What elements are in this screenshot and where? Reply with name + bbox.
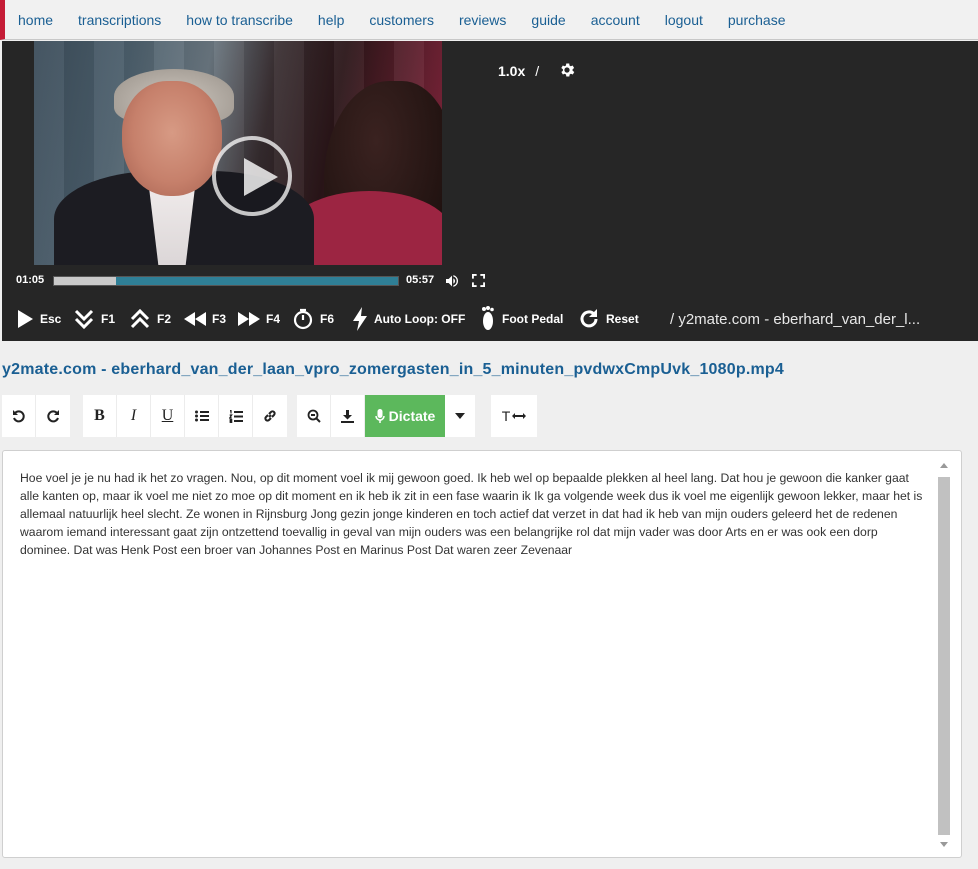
document-title[interactable]: y2mate.com - eberhard_van_der_laan_vpro_… [2,361,784,379]
current-time: 01:05 [16,274,45,286]
foot-pedal-button[interactable]: Foot Pedal [480,304,563,334]
link-icon [264,410,276,422]
back-button[interactable]: F3 [184,304,226,334]
double-chevron-down-icon [74,309,94,330]
nav-help[interactable]: help [318,0,344,40]
nav-home[interactable]: home [18,0,53,40]
filename-short: / y2mate.com - eberhard_van_der_l... [670,311,921,328]
seek-bar-fill [54,277,116,285]
nav-transcriptions[interactable]: transcriptions [78,0,161,40]
undo-icon [12,410,25,423]
playback-speed[interactable]: 1.0x / [498,63,553,79]
fast-rewind-icon [184,312,206,326]
seek-bar[interactable] [53,276,399,286]
scroll-down-icon[interactable] [940,842,948,847]
timestamp-button[interactable]: F6 [292,304,334,334]
nav-customers[interactable]: customers [369,0,434,40]
link-button[interactable] [253,395,287,437]
rewind-button[interactable]: F1 [73,304,115,334]
tools-group: Dictate [297,395,475,437]
play-icon [18,310,33,328]
autoloop-button[interactable]: Auto Loop: OFF [352,304,465,334]
nav-reviews[interactable]: reviews [459,0,506,40]
nav-guide[interactable]: guide [531,0,565,40]
caret-down-icon [455,413,465,419]
text-width-button[interactable]: T [491,395,537,437]
volume-icon[interactable] [444,273,460,289]
video-frame[interactable] [34,41,442,265]
double-chevron-up-icon [130,308,150,329]
zoom-out-icon [307,409,321,423]
reset-button[interactable]: Reset [578,304,639,334]
zoom-out-button[interactable] [297,395,331,437]
redo-button[interactable] [36,395,70,437]
duration: 05:57 [406,274,435,286]
dictate-button[interactable]: Dictate [365,395,445,437]
transcript-editor[interactable]: Hoe voel je je nu had ik het zo vragen. … [2,450,962,858]
download-icon [341,409,354,423]
fast-forward-icon [238,312,260,326]
bullet-list-icon [194,410,209,422]
transcript-text[interactable]: Hoe voel je je nu had ik het zo vragen. … [20,469,926,559]
arrows-horizontal-icon [512,413,527,419]
redo-icon [47,410,59,423]
fullscreen-icon[interactable] [472,274,485,287]
play-button[interactable]: Esc [16,304,61,334]
numbered-list-button[interactable] [219,395,253,437]
forward-button[interactable]: F2 [129,304,171,334]
media-player: 1.0x/ 01:05 05:57 Esc F1 F2 F3 F4 F6 Aut… [2,41,978,341]
microphone-icon [374,408,385,423]
refresh-icon [580,309,598,328]
lightning-icon [353,307,367,331]
top-nav: home transcriptions how to transcribe he… [0,0,978,40]
font-group: T [491,395,537,437]
nav-how-to-transcribe[interactable]: how to transcribe [186,0,293,40]
footprint-icon [482,306,494,330]
italic-button[interactable]: I [117,395,151,437]
scroll-up-icon[interactable] [940,463,948,468]
numbered-list-icon [228,409,243,423]
undo-button[interactable] [2,395,36,437]
dictate-options-button[interactable] [445,395,475,437]
scrollbar-thumb[interactable] [938,477,950,835]
format-group: B I U [83,395,287,437]
nav-logout[interactable]: logout [665,0,703,40]
nav-purchase[interactable]: purchase [728,0,786,40]
gear-icon[interactable] [558,61,576,79]
bullet-list-button[interactable] [185,395,219,437]
ahead-button[interactable]: F4 [238,304,280,334]
big-play-icon[interactable] [212,136,292,216]
stopwatch-icon [293,308,313,330]
nav-account[interactable]: account [591,0,640,40]
download-button[interactable] [331,395,365,437]
scrollbar[interactable] [937,459,951,851]
underline-button[interactable]: U [151,395,185,437]
history-group [2,395,70,437]
bold-button[interactable]: B [83,395,117,437]
